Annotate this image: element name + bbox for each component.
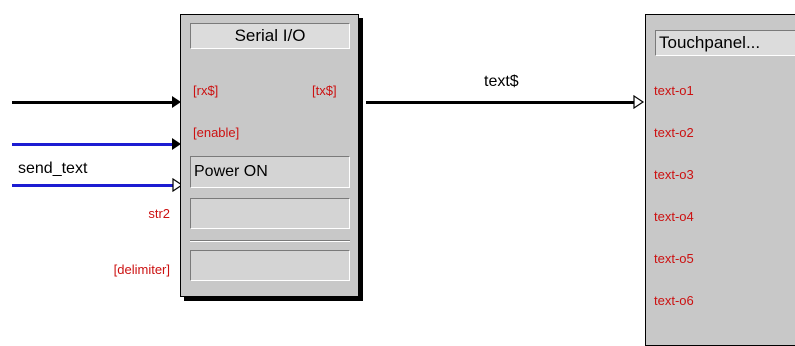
- input-enable[interactable]: [enable]: [193, 125, 239, 140]
- param-field-str1[interactable]: Power ON: [190, 156, 350, 188]
- param-label-delimiter: [delimiter]: [113, 262, 170, 277]
- param-label-str2: str2: [148, 206, 170, 221]
- touchpanel-title: Touchpanel...: [655, 30, 795, 56]
- text-output-wire[interactable]: [366, 101, 636, 104]
- send-text-wire-label: send_text: [18, 160, 88, 177]
- text-output-wire-label: text$: [484, 73, 519, 90]
- send-text-wire[interactable]: [12, 184, 174, 187]
- text-output-arrow-icon: [633, 95, 645, 109]
- serial-io-symbol[interactable]: Serial I/O [rx$] [tx$] [enable] Power ON: [180, 14, 359, 297]
- param-field-delimiter[interactable]: [190, 250, 350, 281]
- parameter-divider: [190, 240, 350, 242]
- input-text-o6[interactable]: text-o6: [654, 293, 694, 308]
- param-field-str2[interactable]: [190, 198, 350, 229]
- output-tx[interactable]: [tx$]: [312, 83, 337, 98]
- serial-io-title: Serial I/O: [190, 23, 350, 49]
- input-text-o1[interactable]: text-o1: [654, 83, 694, 98]
- input-text-o5[interactable]: text-o5: [654, 251, 694, 266]
- input-text-o4[interactable]: text-o4: [654, 209, 694, 224]
- touchpanel-symbol[interactable]: Touchpanel... text-o1 text-o2 text-o3 te…: [645, 14, 795, 346]
- enable-input-wire[interactable]: [12, 143, 176, 146]
- input-text-o2[interactable]: text-o2: [654, 125, 694, 140]
- input-text-o3[interactable]: text-o3: [654, 167, 694, 182]
- input-rx[interactable]: [rx$]: [193, 83, 218, 98]
- rx-input-wire[interactable]: [12, 101, 176, 104]
